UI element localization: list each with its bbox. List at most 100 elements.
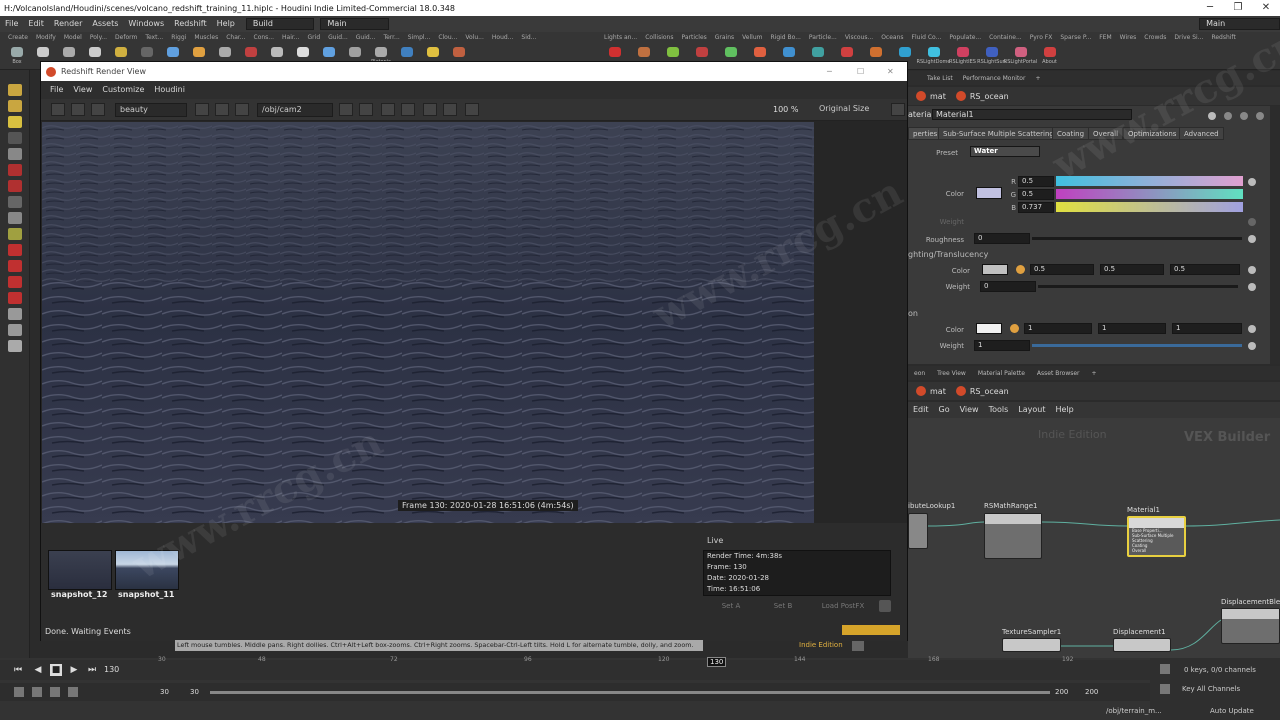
loop-icon[interactable] xyxy=(50,687,60,697)
toggle-c-button[interactable] xyxy=(465,103,479,116)
bucket-button[interactable] xyxy=(381,103,395,116)
range-end-2[interactable]: 200 xyxy=(1085,688,1098,696)
region-button[interactable] xyxy=(215,103,229,116)
param-scrollbar[interactable] xyxy=(1270,106,1280,364)
view-tool-icon[interactable] xyxy=(7,196,22,208)
shelf-tab[interactable]: Viscous... xyxy=(841,32,877,44)
node-attribute-lookup[interactable] xyxy=(908,513,928,549)
node-rsmathrange[interactable] xyxy=(984,513,1042,559)
node-displacement[interactable] xyxy=(1113,638,1171,652)
range-start-2[interactable]: 30 xyxy=(190,688,199,696)
rv-maximize-button[interactable]: ☐ xyxy=(857,62,864,81)
play-reverse-icon[interactable]: ◀ xyxy=(32,664,44,676)
key-mode[interactable]: Key All Channels xyxy=(1182,685,1240,693)
node-displacement-blend[interactable] xyxy=(1221,608,1280,644)
shelf-tab[interactable]: Populate... xyxy=(945,32,985,44)
stop-render-button[interactable] xyxy=(71,103,85,116)
close-button[interactable]: ✕ xyxy=(1252,0,1280,16)
key-icon[interactable] xyxy=(1160,664,1170,674)
shelf-tab[interactable]: Sid... xyxy=(517,32,540,44)
shelf-tab[interactable]: Redshift xyxy=(1207,32,1239,44)
net-menu-help[interactable]: Help xyxy=(1051,402,1079,418)
menu-edit[interactable]: Edit xyxy=(23,16,49,32)
net-path-root[interactable]: mat xyxy=(930,387,946,396)
tab-coating[interactable]: Coating xyxy=(1052,127,1090,140)
realtime-toggle-icon[interactable] xyxy=(14,687,24,697)
roughness-gear-icon[interactable] xyxy=(1248,235,1256,243)
render-image-ocean[interactable] xyxy=(42,122,814,523)
frame-marker[interactable]: 130 xyxy=(707,657,727,667)
rv-menu-customize[interactable]: Customize xyxy=(97,82,149,98)
scale-tool-icon[interactable] xyxy=(7,132,22,144)
trans-color-g[interactable]: 0.5 xyxy=(1100,264,1164,275)
shelf-tab[interactable]: Simpl... xyxy=(404,32,435,44)
node-info-icon[interactable] xyxy=(1240,112,1248,120)
snapshot-button[interactable] xyxy=(195,103,209,116)
rotate-tool-icon[interactable] xyxy=(7,116,22,128)
range-start[interactable]: 30 xyxy=(160,688,169,696)
maximize-button[interactable]: ❐ xyxy=(1224,0,1252,16)
tab-asset-browser[interactable]: Asset Browser xyxy=(1031,370,1086,377)
r-field[interactable]: 0.5 xyxy=(1018,176,1054,187)
menu-help[interactable]: Help xyxy=(212,16,240,32)
shelf-tab[interactable]: Muscles xyxy=(190,32,222,44)
em-color-b[interactable]: 1 xyxy=(1172,323,1242,334)
shelf-tab[interactable]: Rigid Bo... xyxy=(766,32,804,44)
camera-icon[interactable] xyxy=(7,324,22,336)
shelf-tab[interactable]: FEM xyxy=(1095,32,1115,44)
add-tab-icon[interactable]: + xyxy=(1030,75,1045,82)
minimize-button[interactable]: ─ xyxy=(1196,0,1224,16)
right-context-dropdown[interactable]: Main xyxy=(1199,18,1280,30)
menu-file[interactable]: File xyxy=(0,16,23,32)
grid-button[interactable] xyxy=(359,103,373,116)
range-end[interactable]: 200 xyxy=(1055,688,1068,696)
emission-section[interactable]: on xyxy=(908,309,918,318)
param-path-node[interactable]: RS_ocean xyxy=(970,92,1009,101)
refresh-render-button[interactable] xyxy=(91,103,105,116)
snapshot-thumb-11[interactable] xyxy=(115,550,179,590)
shelf-tab[interactable]: Houd... xyxy=(488,32,518,44)
snapshot-thumb-12[interactable] xyxy=(48,550,112,590)
b-field[interactable]: 0.737 xyxy=(1018,202,1054,213)
node-texture-sampler[interactable] xyxy=(1002,638,1061,652)
settings-icon[interactable] xyxy=(68,687,78,697)
b-slider[interactable] xyxy=(1056,202,1243,212)
em-color-g[interactable]: 1 xyxy=(1098,323,1166,334)
menu-windows[interactable]: Windows xyxy=(123,16,169,32)
tab-overall[interactable]: Overall xyxy=(1088,127,1124,140)
g-field[interactable]: 0.5 xyxy=(1018,189,1054,200)
em-weight-slider[interactable] xyxy=(1032,344,1242,347)
shelf-tab[interactable]: Model xyxy=(60,32,86,44)
net-menu-tools[interactable]: Tools xyxy=(984,402,1014,418)
magnet-tool-icon[interactable] xyxy=(7,244,22,256)
shelf-tab[interactable]: Oceans xyxy=(877,32,907,44)
preset-dropdown[interactable]: Water xyxy=(970,146,1040,157)
shelf-tool[interactable]: RSLightSun xyxy=(977,45,1006,69)
set-b-button[interactable]: Set B xyxy=(761,600,805,612)
node-search-icon[interactable] xyxy=(1256,112,1264,120)
context-dropdown[interactable]: Main xyxy=(320,18,390,30)
g-slider[interactable] xyxy=(1056,189,1243,199)
lock-icon[interactable] xyxy=(7,148,22,160)
shelf-tab[interactable]: Guid... xyxy=(324,32,352,44)
menu-redshift[interactable]: Redshift xyxy=(169,16,211,32)
trans-weight-slider[interactable] xyxy=(1038,285,1238,288)
jump-start-icon[interactable]: ⏮ xyxy=(12,664,24,676)
tab-optimizations[interactable]: Optimizations xyxy=(1123,127,1182,140)
add-net-tab-icon[interactable]: + xyxy=(1086,370,1103,377)
snap-prim-icon[interactable] xyxy=(7,276,22,288)
color-swatch[interactable] xyxy=(976,187,1002,199)
r-slider[interactable] xyxy=(1056,176,1243,186)
toggle-a-button[interactable] xyxy=(423,103,437,116)
rv-minimize-button[interactable]: ─ xyxy=(827,62,832,81)
shelf-tab[interactable]: Sparse P... xyxy=(1056,32,1095,44)
shelf-tab[interactable]: Vellum xyxy=(738,32,766,44)
select-tool-icon[interactable] xyxy=(7,84,22,96)
lock-camera-button[interactable] xyxy=(339,103,353,116)
tab-network[interactable]: eon xyxy=(908,370,931,377)
shelf-tab[interactable]: Riggi xyxy=(167,32,190,44)
trans-color-swatch[interactable] xyxy=(982,264,1008,275)
pose-tool-icon[interactable] xyxy=(7,180,22,192)
snap-grid-icon[interactable] xyxy=(7,260,22,272)
auto-update[interactable]: Auto Update xyxy=(1210,707,1254,715)
